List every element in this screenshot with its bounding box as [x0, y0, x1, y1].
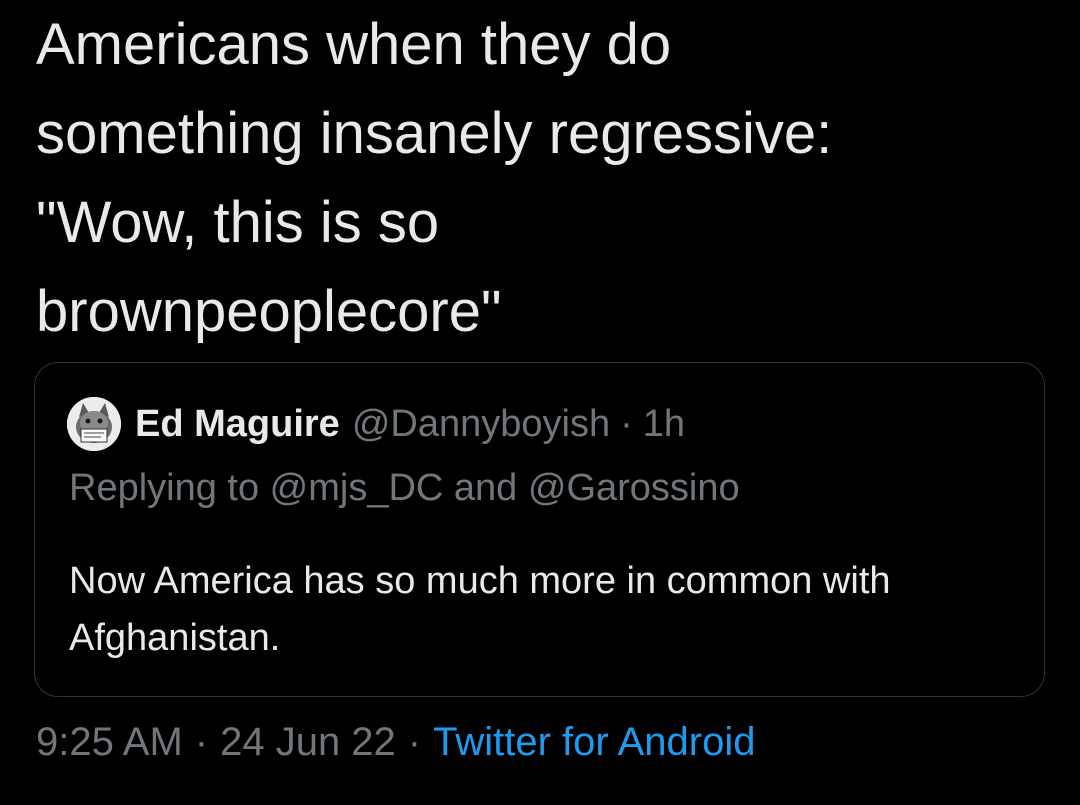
- tweet-time[interactable]: 9:25 AM: [36, 720, 183, 764]
- meta-separator-2: ·: [407, 720, 422, 764]
- quoted-author-name[interactable]: Ed Maguire: [135, 403, 340, 446]
- quoted-tweet-time[interactable]: 1h: [643, 403, 685, 446]
- quoted-tweet-card[interactable]: Ed Maguire @Dannyboyish · 1h Replying to…: [34, 362, 1045, 697]
- cat-avatar-icon[interactable]: [67, 397, 121, 451]
- tweet-text: Americans when they do something insanel…: [36, 12, 833, 344]
- quoted-tweet-header: Ed Maguire @Dannyboyish · 1h: [67, 397, 685, 451]
- meta-separator-1: ·: [194, 720, 209, 764]
- header-separator: ·: [620, 402, 633, 445]
- tweet-metadata: 9:25 AM · 24 Jun 22 · Twitter for Android: [36, 720, 756, 765]
- replying-to-line: Replying to @mjs_DC and @Garossino: [69, 467, 740, 509]
- tweet-date[interactable]: 24 Jun 22: [220, 720, 396, 764]
- quoted-tweet-body: Now America has so much more in common w…: [69, 560, 891, 659]
- quoted-author-handle[interactable]: @Dannyboyish: [352, 403, 610, 446]
- tweet-source-link[interactable]: Twitter for Android: [433, 720, 755, 764]
